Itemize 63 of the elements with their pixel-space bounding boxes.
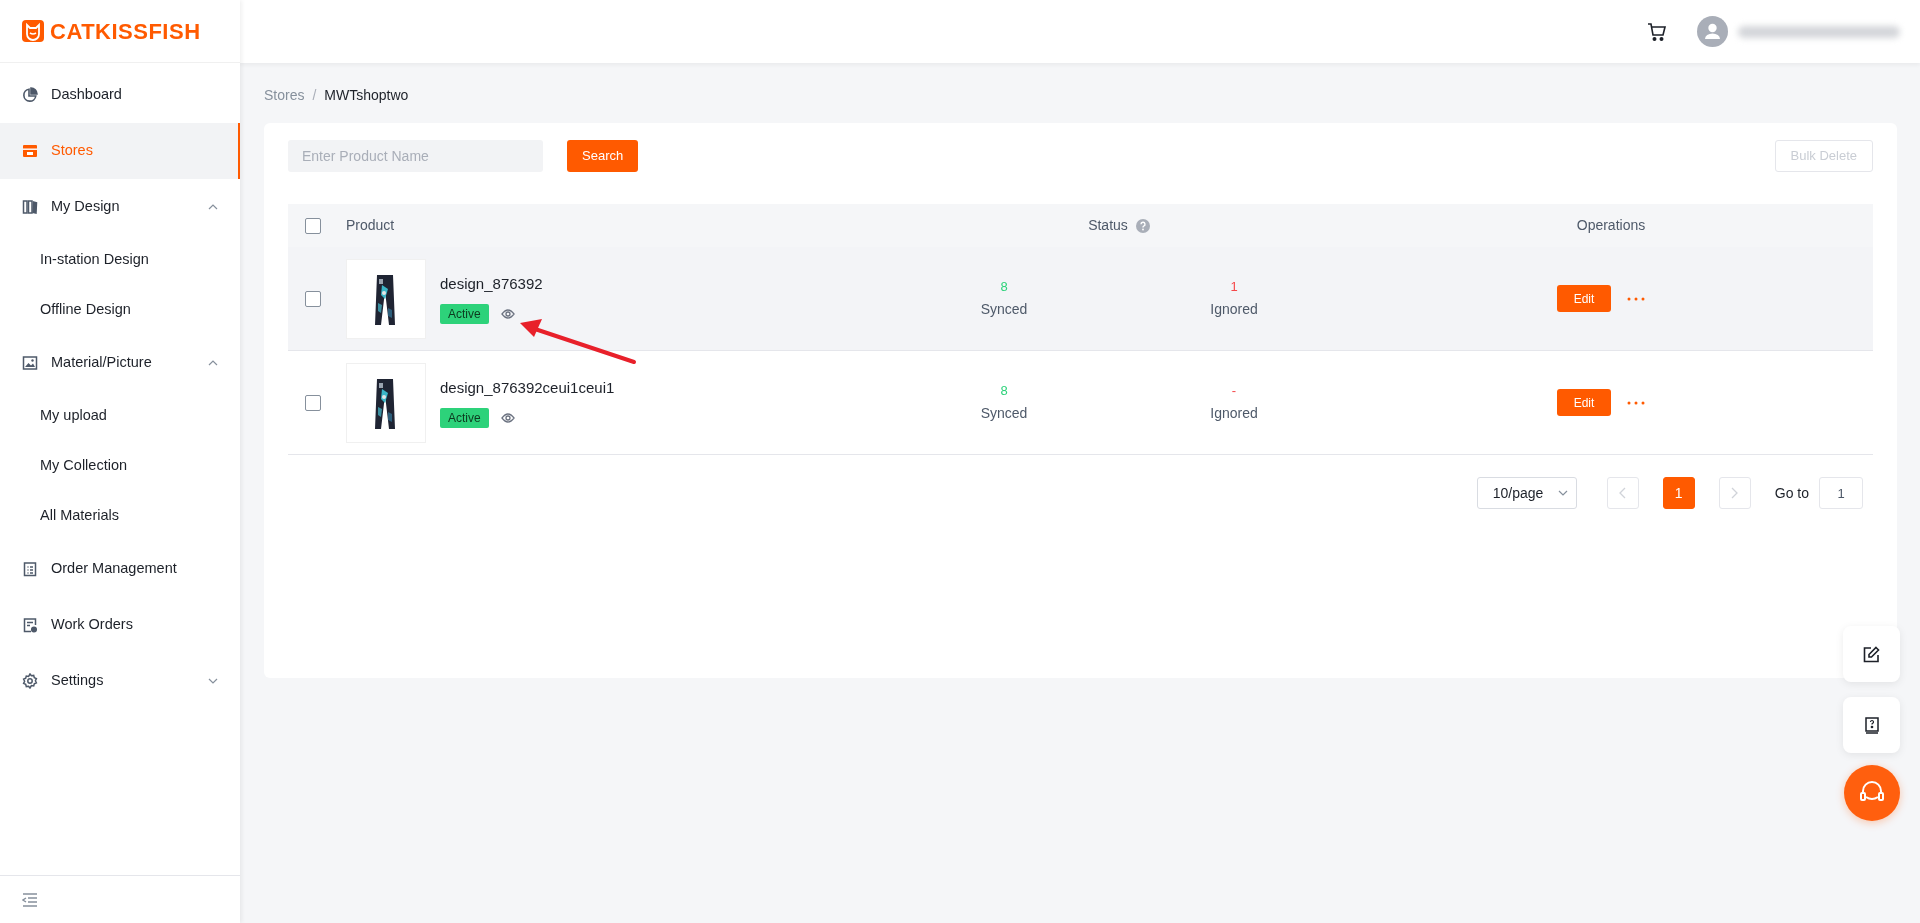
sidebar-subitem[interactable]: My Collection <box>0 441 240 491</box>
sidebar-item[interactable]: Settings <box>0 653 240 709</box>
edit-icon <box>1863 645 1880 663</box>
sidebar-subitem[interactable]: In-station Design <box>0 235 240 285</box>
cart-icon[interactable] <box>1647 21 1667 42</box>
store-icon <box>22 143 38 159</box>
image-icon <box>22 355 38 371</box>
sidebar-item[interactable]: Dashboard <box>0 67 240 123</box>
books-icon <box>22 199 38 215</box>
chevron-down-icon <box>1557 490 1568 496</box>
row-checkbox[interactable] <box>305 394 321 411</box>
ignored-count: - <box>1231 381 1237 400</box>
eye-icon[interactable] <box>500 307 515 320</box>
pie-chart-icon <box>22 87 38 103</box>
page-size-select[interactable]: 10/page <box>1476 477 1577 509</box>
breadcrumb-current: MWTshoptwo <box>324 86 409 105</box>
status-tag: Active <box>440 303 489 324</box>
help-book-icon <box>1864 716 1879 734</box>
column-header: Operations <box>1575 216 1647 235</box>
chevron-down-icon[interactable] <box>208 678 218 684</box>
more-icon[interactable] <box>1627 296 1645 301</box>
support-button[interactable] <box>1844 765 1900 821</box>
select-all-checkbox[interactable] <box>305 217 321 234</box>
avatar[interactable] <box>1697 16 1728 47</box>
sidebar-subitem[interactable]: All Materials <box>0 491 240 541</box>
clipboard-icon <box>22 561 38 577</box>
ignored-label: Ignored <box>1210 404 1258 424</box>
column-header: Status <box>1088 216 1128 235</box>
product-name: design_876392 <box>440 274 543 295</box>
chevron-up-icon[interactable] <box>208 204 218 210</box>
chevron-right-icon <box>1731 487 1739 499</box>
logo-text: CATKISSFISH <box>50 17 201 46</box>
more-icon[interactable] <box>1627 400 1645 405</box>
sidebar-item[interactable]: Material/Picture <box>0 335 240 391</box>
chevron-left-icon <box>1619 487 1627 499</box>
settings-icon <box>22 673 38 689</box>
sidebar-item[interactable]: Work Orders <box>0 597 240 653</box>
chevron-up-icon[interactable] <box>208 360 218 366</box>
feedback-button[interactable] <box>1843 626 1900 682</box>
column-header: Product <box>345 216 396 235</box>
help-book-button[interactable] <box>1843 697 1900 753</box>
ignored-label: Ignored <box>1210 300 1258 320</box>
goto-label: Go to <box>1774 483 1809 503</box>
sidebar-subitem[interactable]: Offline Design <box>0 285 240 335</box>
synced-label: Synced <box>980 404 1028 424</box>
synced-count: 8 <box>1000 277 1008 296</box>
synced-count: 8 <box>1000 381 1008 400</box>
breadcrumb-separator: / <box>312 86 317 105</box>
logo-icon <box>22 20 44 42</box>
collapse-menu-icon[interactable] <box>22 892 38 907</box>
help-icon[interactable] <box>1135 218 1150 233</box>
goto-field[interactable]: 1 <box>1819 477 1863 509</box>
sidebar-item[interactable]: Order Management <box>0 541 240 597</box>
document-icon <box>22 617 38 633</box>
sidebar-subitem[interactable]: My upload <box>0 391 240 441</box>
row-checkbox[interactable] <box>305 290 321 307</box>
synced-label: Synced <box>980 300 1028 320</box>
sidebar-item[interactable]: My Design <box>0 179 240 235</box>
search-field[interactable]: Enter Product Name <box>288 140 543 172</box>
status-tag: Active <box>440 407 489 428</box>
ignored-count: 1 <box>1230 277 1238 296</box>
eye-icon[interactable] <box>500 411 515 424</box>
product-name: design_876392ceui1ceui1 <box>440 378 615 399</box>
